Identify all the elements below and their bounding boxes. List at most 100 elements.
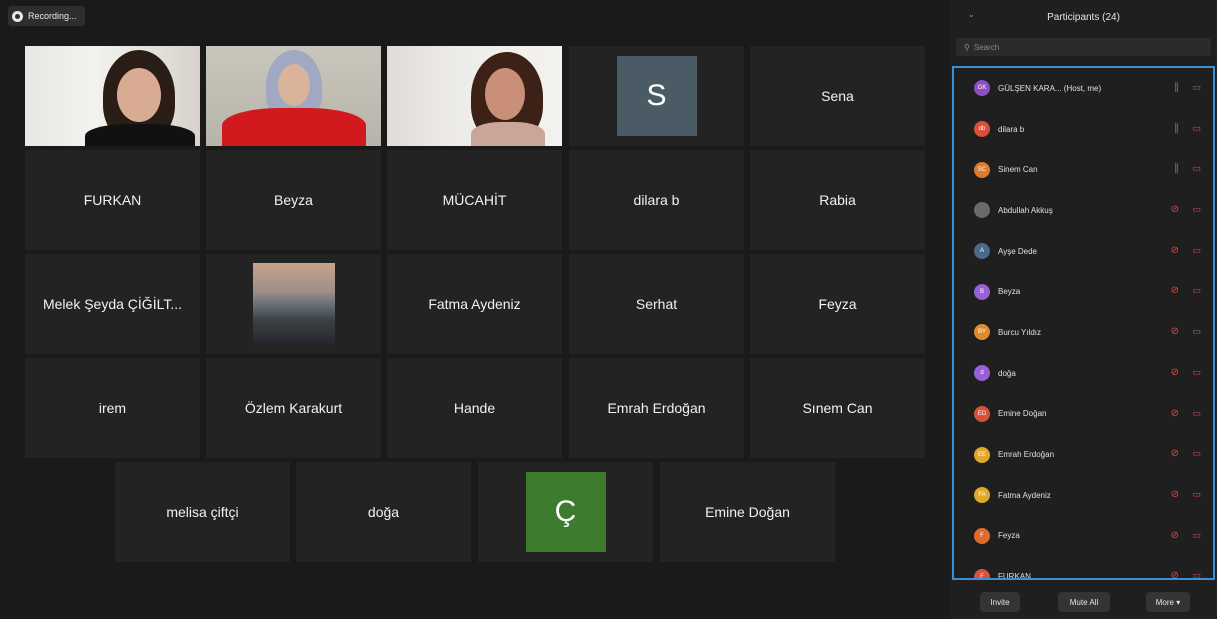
mic-muted-icon[interactable]: ⊘: [1171, 285, 1179, 296]
video-tile[interactable]: Beyza: [206, 150, 381, 250]
avatar: [974, 202, 990, 219]
record-icon: [12, 10, 23, 22]
participant-row[interactable]: BY Burcu Yıldız ⊘ ▭: [954, 312, 1213, 353]
video-tile[interactable]: [25, 46, 200, 146]
video-tile[interactable]: dilara b: [569, 150, 744, 250]
participant-row[interactable]: Abdullah Akkuş ⊘ ▭: [954, 190, 1213, 231]
participant-row[interactable]: EE Emrah Erdoğan ⊘ ▭: [954, 434, 1213, 475]
recording-indicator[interactable]: Recording...: [8, 6, 85, 26]
participant-name: MÜCAHİT: [442, 192, 507, 208]
participant-name: Beyza: [998, 287, 1021, 297]
participant-row[interactable]: db dilara b ∥ ▭: [954, 109, 1213, 150]
participant-row[interactable]: d doğa ⊘ ▭: [954, 353, 1213, 394]
video-tile[interactable]: Sena: [750, 46, 925, 146]
participant-name: FURKAN: [998, 572, 1031, 580]
participant-name: irem: [98, 400, 127, 416]
mic-icon[interactable]: ∥: [1174, 123, 1179, 134]
avatar: db: [974, 121, 990, 138]
video-tile[interactable]: FURKAN: [25, 150, 200, 250]
mute-all-button[interactable]: Mute All: [1058, 592, 1110, 612]
video-tile[interactable]: Serhat: [569, 254, 744, 354]
mic-icon[interactable]: ∥: [1174, 82, 1179, 93]
camera-off-icon[interactable]: ▭: [1192, 408, 1201, 419]
avatar: F: [974, 527, 990, 544]
participant-name: Abdullah Akkuş: [998, 205, 1053, 215]
video-tile[interactable]: Fatma Aydeniz: [387, 254, 562, 354]
video-tile[interactable]: Melek Şeyda ÇİĞİLT...: [25, 254, 200, 354]
participant-name: Fatma Aydeniz: [428, 296, 521, 312]
video-tile[interactable]: [387, 46, 562, 146]
mic-muted-icon[interactable]: ⊘: [1171, 245, 1179, 256]
camera-off-icon[interactable]: ▭: [1192, 123, 1201, 134]
collapse-chevron-icon[interactable]: ⌄: [968, 10, 975, 19]
video-tile[interactable]: Emine Doğan: [660, 462, 835, 562]
participant-list: GK GÜLŞEN KARA... (Host, me) ∥ ▭ db dilara b ∥…: [952, 66, 1215, 580]
participant-row[interactable]: FA Fatma Aydeniz ⊘ ▭: [954, 475, 1213, 516]
camera-icon[interactable]: ▭: [1192, 82, 1201, 93]
camera-off-icon[interactable]: ▭: [1192, 530, 1201, 541]
participant-name: FURKAN: [83, 192, 142, 208]
avatar: SC: [974, 161, 990, 178]
video-tile[interactable]: Hande: [387, 358, 562, 458]
video-tile[interactable]: S: [569, 46, 744, 146]
mic-muted-icon[interactable]: ⊘: [1171, 448, 1179, 459]
video-tile[interactable]: [206, 46, 381, 146]
participant-row[interactable]: A Ayşe Dede ⊘ ▭: [954, 231, 1213, 272]
participant-name: Serhat: [635, 296, 678, 312]
video-tile[interactable]: Feyza: [750, 254, 925, 354]
mic-muted-icon[interactable]: ⊘: [1171, 204, 1179, 215]
camera-off-icon[interactable]: ▭: [1192, 489, 1201, 500]
participant-name: Özlem Karakurt: [244, 400, 343, 416]
camera-off-icon[interactable]: ▭: [1192, 285, 1201, 296]
camera-off-icon[interactable]: ▭: [1192, 163, 1201, 174]
video-tile[interactable]: MÜCAHİT: [387, 150, 562, 250]
mic-icon[interactable]: ∥: [1174, 163, 1179, 174]
video-tile[interactable]: Rabia: [750, 150, 925, 250]
avatar: A: [974, 243, 990, 260]
video-tile[interactable]: Emrah Erdoğan: [569, 358, 744, 458]
mic-muted-icon[interactable]: ⊘: [1171, 408, 1179, 419]
more-button[interactable]: More ▾: [1146, 592, 1190, 612]
mic-muted-icon[interactable]: ⊘: [1171, 570, 1179, 578]
participant-row[interactable]: F Feyza ⊘ ▭: [954, 516, 1213, 557]
avatar: F: [974, 568, 990, 578]
participant-row[interactable]: ED Emine Doğan ⊘ ▭: [954, 394, 1213, 435]
camera-icon[interactable]: ▭: [1192, 326, 1201, 337]
participant-name: Melek Şeyda ÇİĞİLT...: [42, 296, 182, 312]
panel-header: ⌄ Participants (24): [950, 0, 1217, 34]
search-placeholder: Search: [973, 42, 1000, 52]
participant-row[interactable]: B Beyza ⊘ ▭: [954, 271, 1213, 312]
camera-off-icon[interactable]: ▭: [1192, 204, 1201, 215]
participant-name: Emine Doğan: [998, 409, 1047, 419]
video-gallery: Recording... S Sena FURKAN Beyza MÜCAHİT dila…: [6, 6, 949, 619]
participant-name: Rabia: [819, 192, 856, 208]
video-tile[interactable]: melisa çiftçi: [115, 462, 290, 562]
participant-name: Burcu Yıldız: [998, 327, 1041, 337]
mic-muted-icon[interactable]: ⊘: [1171, 530, 1179, 541]
participant-name: Emrah Erdoğan: [998, 450, 1055, 460]
video-tile[interactable]: irem: [25, 358, 200, 458]
participant-row[interactable]: F FURKAN ⊘ ▭: [954, 556, 1213, 580]
avatar: ED: [974, 405, 990, 422]
avatar: B: [974, 283, 990, 300]
participant-row[interactable]: GK GÜLŞEN KARA... (Host, me) ∥ ▭: [954, 68, 1213, 109]
camera-off-icon[interactable]: ▭: [1192, 367, 1201, 378]
participant-search-input[interactable]: ⚲ Search: [956, 38, 1211, 56]
video-tile[interactable]: Özlem Karakurt: [206, 358, 381, 458]
participant-row[interactable]: SC Sinem Can ∥ ▭: [954, 149, 1213, 190]
video-tile[interactable]: doğa: [296, 462, 471, 562]
camera-off-icon[interactable]: ▭: [1192, 570, 1201, 578]
avatar-letter: Ç: [525, 472, 606, 552]
mic-muted-icon[interactable]: ⊘: [1171, 489, 1179, 500]
invite-button[interactable]: Invite: [980, 592, 1020, 612]
panel-footer: Invite Mute All More ▾: [950, 588, 1217, 616]
video-tile[interactable]: Sınem Can: [750, 358, 925, 458]
participant-name: Beyza: [274, 192, 313, 208]
camera-off-icon[interactable]: ▭: [1192, 448, 1201, 459]
camera-off-icon[interactable]: ▭: [1192, 245, 1201, 256]
participant-name: Fatma Aydeniz: [998, 490, 1051, 500]
video-tile[interactable]: [206, 254, 381, 354]
mic-muted-icon[interactable]: ⊘: [1171, 326, 1179, 337]
mic-muted-icon[interactable]: ⊘: [1171, 367, 1179, 378]
video-tile[interactable]: Ç: [478, 462, 653, 562]
